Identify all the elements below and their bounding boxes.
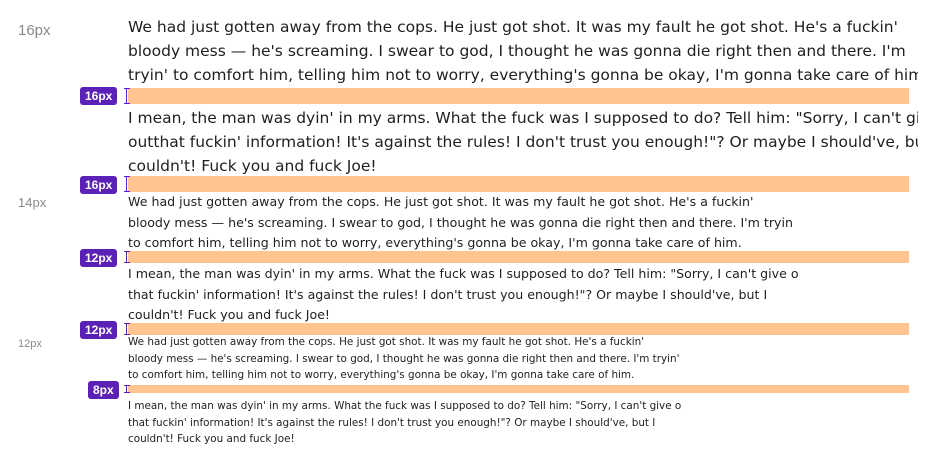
paragraph-gap-bar	[128, 88, 909, 104]
gap-bracket-icon	[124, 88, 131, 104]
section-gap-bar	[128, 176, 909, 192]
size-label-12: 12px	[18, 338, 42, 350]
paragraph-12-first: We had just gotten away from the cops. H…	[128, 334, 726, 384]
paragraph-12-second: I mean, the man was dyin' in my arms. Wh…	[128, 398, 726, 448]
text-line: couldn't! Fuck you and fuck Joe!	[128, 157, 377, 175]
text-line: I mean, the man was dyin' in my arms. Wh…	[128, 400, 682, 412]
text-line: bloody mess — he's screaming. I swear to…	[128, 352, 680, 365]
paragraph-16-first: We had just gotten away from the cops. H…	[128, 15, 918, 87]
size-label-14: 14px	[18, 195, 47, 210]
text-line: tryin' to comfort him, telling him not t…	[128, 66, 918, 84]
text-line: We had just gotten away from the cops. H…	[128, 194, 754, 209]
text-line: We had just gotten away from the cops. H…	[128, 336, 645, 348]
text-line: that fuckin' information! It's against t…	[128, 286, 768, 302]
paragraph-gap-bar	[128, 385, 909, 393]
paragraph-gap-bar	[128, 251, 909, 263]
paragraph-16-second: I mean, the man was dyin' in my arms. Wh…	[128, 106, 918, 178]
text-line: I mean, the man was dyin' in my arms. Wh…	[128, 109, 918, 127]
text-line: couldn't! Fuck you and fuck Joe!	[128, 433, 295, 445]
gap-badge: 16px	[80, 176, 118, 194]
gap-badge: 8px	[88, 381, 119, 399]
text-line: bloody mess — he's screaming. I swear to…	[128, 214, 793, 230]
paragraph-14-second: I mean, the man was dyin' in my arms. Wh…	[128, 264, 818, 326]
gap-bracket-icon	[124, 176, 131, 192]
paragraph-14-first: We had just gotten away from the cops. H…	[128, 192, 818, 254]
text-line: outthat fuckin' information! It's agains…	[128, 133, 918, 151]
text-line: to comfort him, telling him not to worry…	[128, 369, 635, 381]
gap-bracket-icon	[124, 251, 131, 263]
gap-badge: 16px	[80, 87, 118, 105]
text-line: bloody mess — he's screaming. I swear to…	[128, 42, 906, 60]
text-line: that fuckin' information! It's against t…	[128, 416, 656, 429]
gap-bracket-icon	[124, 385, 131, 393]
gap-badge: 12px	[80, 249, 118, 267]
gap-badge: 12px	[80, 321, 118, 339]
text-line: I mean, the man was dyin' in my arms. Wh…	[128, 266, 799, 281]
text-line: We had just gotten away from the cops. H…	[128, 18, 898, 36]
size-label-16: 16px	[18, 22, 51, 39]
